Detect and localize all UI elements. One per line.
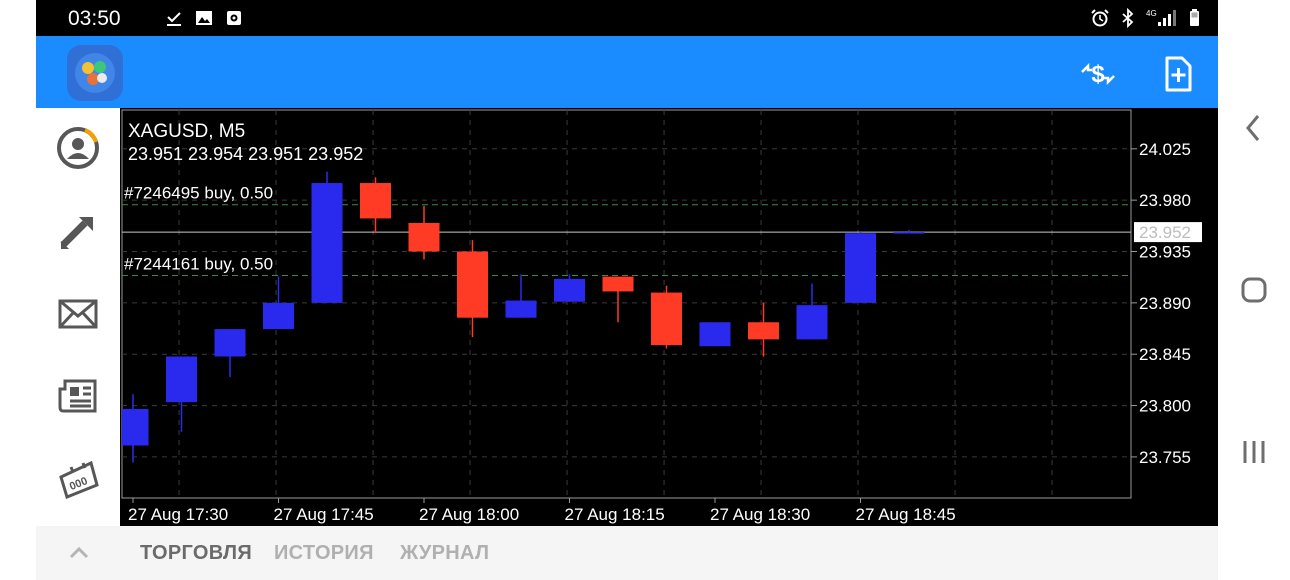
y-tick-label: 24.025 (1139, 140, 1191, 159)
candle[interactable] (360, 177, 391, 234)
signal-4g-icon: 4G (1146, 8, 1176, 28)
status-time: 03:50 (68, 7, 121, 30)
candle[interactable] (457, 240, 488, 338)
candle[interactable] (408, 205, 440, 260)
x-tick-label: 27 Aug 17:30 (128, 505, 228, 524)
current-price-label: 23.952 (1139, 223, 1191, 242)
candle-body (408, 222, 440, 252)
candle[interactable] (122, 394, 149, 463)
candle-body (263, 302, 294, 330)
x-tick-label: 27 Aug 17:45 (274, 505, 374, 524)
download-done-icon (164, 8, 184, 28)
y-tick-label: 23.935 (1139, 243, 1191, 262)
candle[interactable] (699, 322, 731, 347)
status-bar: 03:50 4G (36, 0, 1218, 36)
price-chart[interactable]: #7246495 buy, 0.50 #7244161 buy, 0.50 24.… (120, 108, 1218, 526)
chart-title: XAGUSD, M5 (128, 121, 245, 142)
x-tick-label: 27 Aug 18:30 (710, 505, 810, 524)
trade-icon[interactable] (50, 204, 106, 260)
candle[interactable] (748, 302, 779, 357)
candle-body (893, 232, 925, 234)
candle-body (214, 329, 246, 357)
x-tick-label: 27 Aug 18:45 (856, 505, 956, 524)
candle[interactable] (602, 276, 634, 323)
candle-body (122, 408, 149, 446)
recents-icon[interactable] (1236, 434, 1272, 470)
candle-body (457, 251, 488, 318)
x-tick-label: 27 Aug 18:15 (565, 505, 665, 524)
tab-history[interactable]: ИСТОРИЯ (274, 542, 374, 565)
home-icon[interactable] (1236, 272, 1272, 308)
candle-body (845, 233, 876, 303)
candle-body (360, 183, 391, 219)
app-bar: $ (36, 36, 1218, 108)
tab-journal[interactable]: ЖУРНАЛ (400, 542, 489, 565)
alarm-icon (1090, 8, 1110, 28)
candle-body (166, 356, 197, 403)
candle-body (651, 292, 682, 346)
candle-body (699, 322, 731, 347)
mail-icon[interactable] (50, 286, 106, 342)
network-type-label: 4G (1146, 9, 1157, 18)
new-order-icon[interactable] (1158, 54, 1198, 94)
order-label: #7246495 buy, 0.50 (124, 184, 273, 203)
y-tick-label: 23.890 (1139, 294, 1191, 313)
candle-body (554, 278, 585, 302)
y-tick-label: 23.845 (1139, 345, 1191, 364)
y-tick-label: 23.755 (1139, 448, 1191, 467)
calendar-icon[interactable]: 000 (50, 450, 106, 506)
candle[interactable] (214, 329, 246, 378)
order-label: #7244161 buy, 0.50 (124, 254, 273, 273)
candle-body (505, 300, 537, 318)
candle[interactable] (263, 276, 294, 330)
side-navigation: 000 (36, 108, 120, 526)
candle[interactable] (845, 232, 876, 303)
bottom-tabs: ТОРГОВЛЯ ИСТОРИЯ ЖУРНАЛ (36, 526, 1218, 580)
candle[interactable] (796, 283, 828, 340)
bluetooth-icon (1118, 8, 1138, 28)
system-navigation (1218, 0, 1290, 580)
candle-body (602, 276, 634, 292)
x-tick-label: 27 Aug 18:00 (419, 505, 519, 524)
image-icon (194, 8, 214, 28)
screen-edge (0, 0, 36, 580)
y-tick-label: 23.800 (1139, 397, 1191, 416)
svg-text:$: $ (1091, 61, 1105, 88)
candle-body (796, 305, 828, 340)
ohlc-values: 23.951 23.954 23.951 23.952 (128, 144, 363, 164)
candle-body (311, 183, 343, 303)
chevron-up-icon[interactable] (66, 540, 92, 566)
candle[interactable] (505, 274, 537, 318)
candle[interactable] (166, 356, 197, 432)
metatrader-logo-icon[interactable] (67, 45, 123, 101)
back-icon[interactable] (1236, 110, 1272, 146)
candle-body (748, 322, 779, 340)
tab-trade[interactable]: ТОРГОВЛЯ (140, 542, 252, 565)
candle[interactable] (554, 274, 585, 302)
news-icon[interactable] (50, 368, 106, 424)
candle[interactable] (311, 171, 343, 303)
screen-record-icon (224, 8, 244, 28)
battery-icon (1184, 8, 1204, 28)
account-icon[interactable] (50, 120, 106, 176)
candle[interactable] (651, 285, 682, 349)
y-tick-label: 23.980 (1139, 191, 1191, 210)
one-click-trading-icon[interactable]: $ (1078, 54, 1118, 94)
